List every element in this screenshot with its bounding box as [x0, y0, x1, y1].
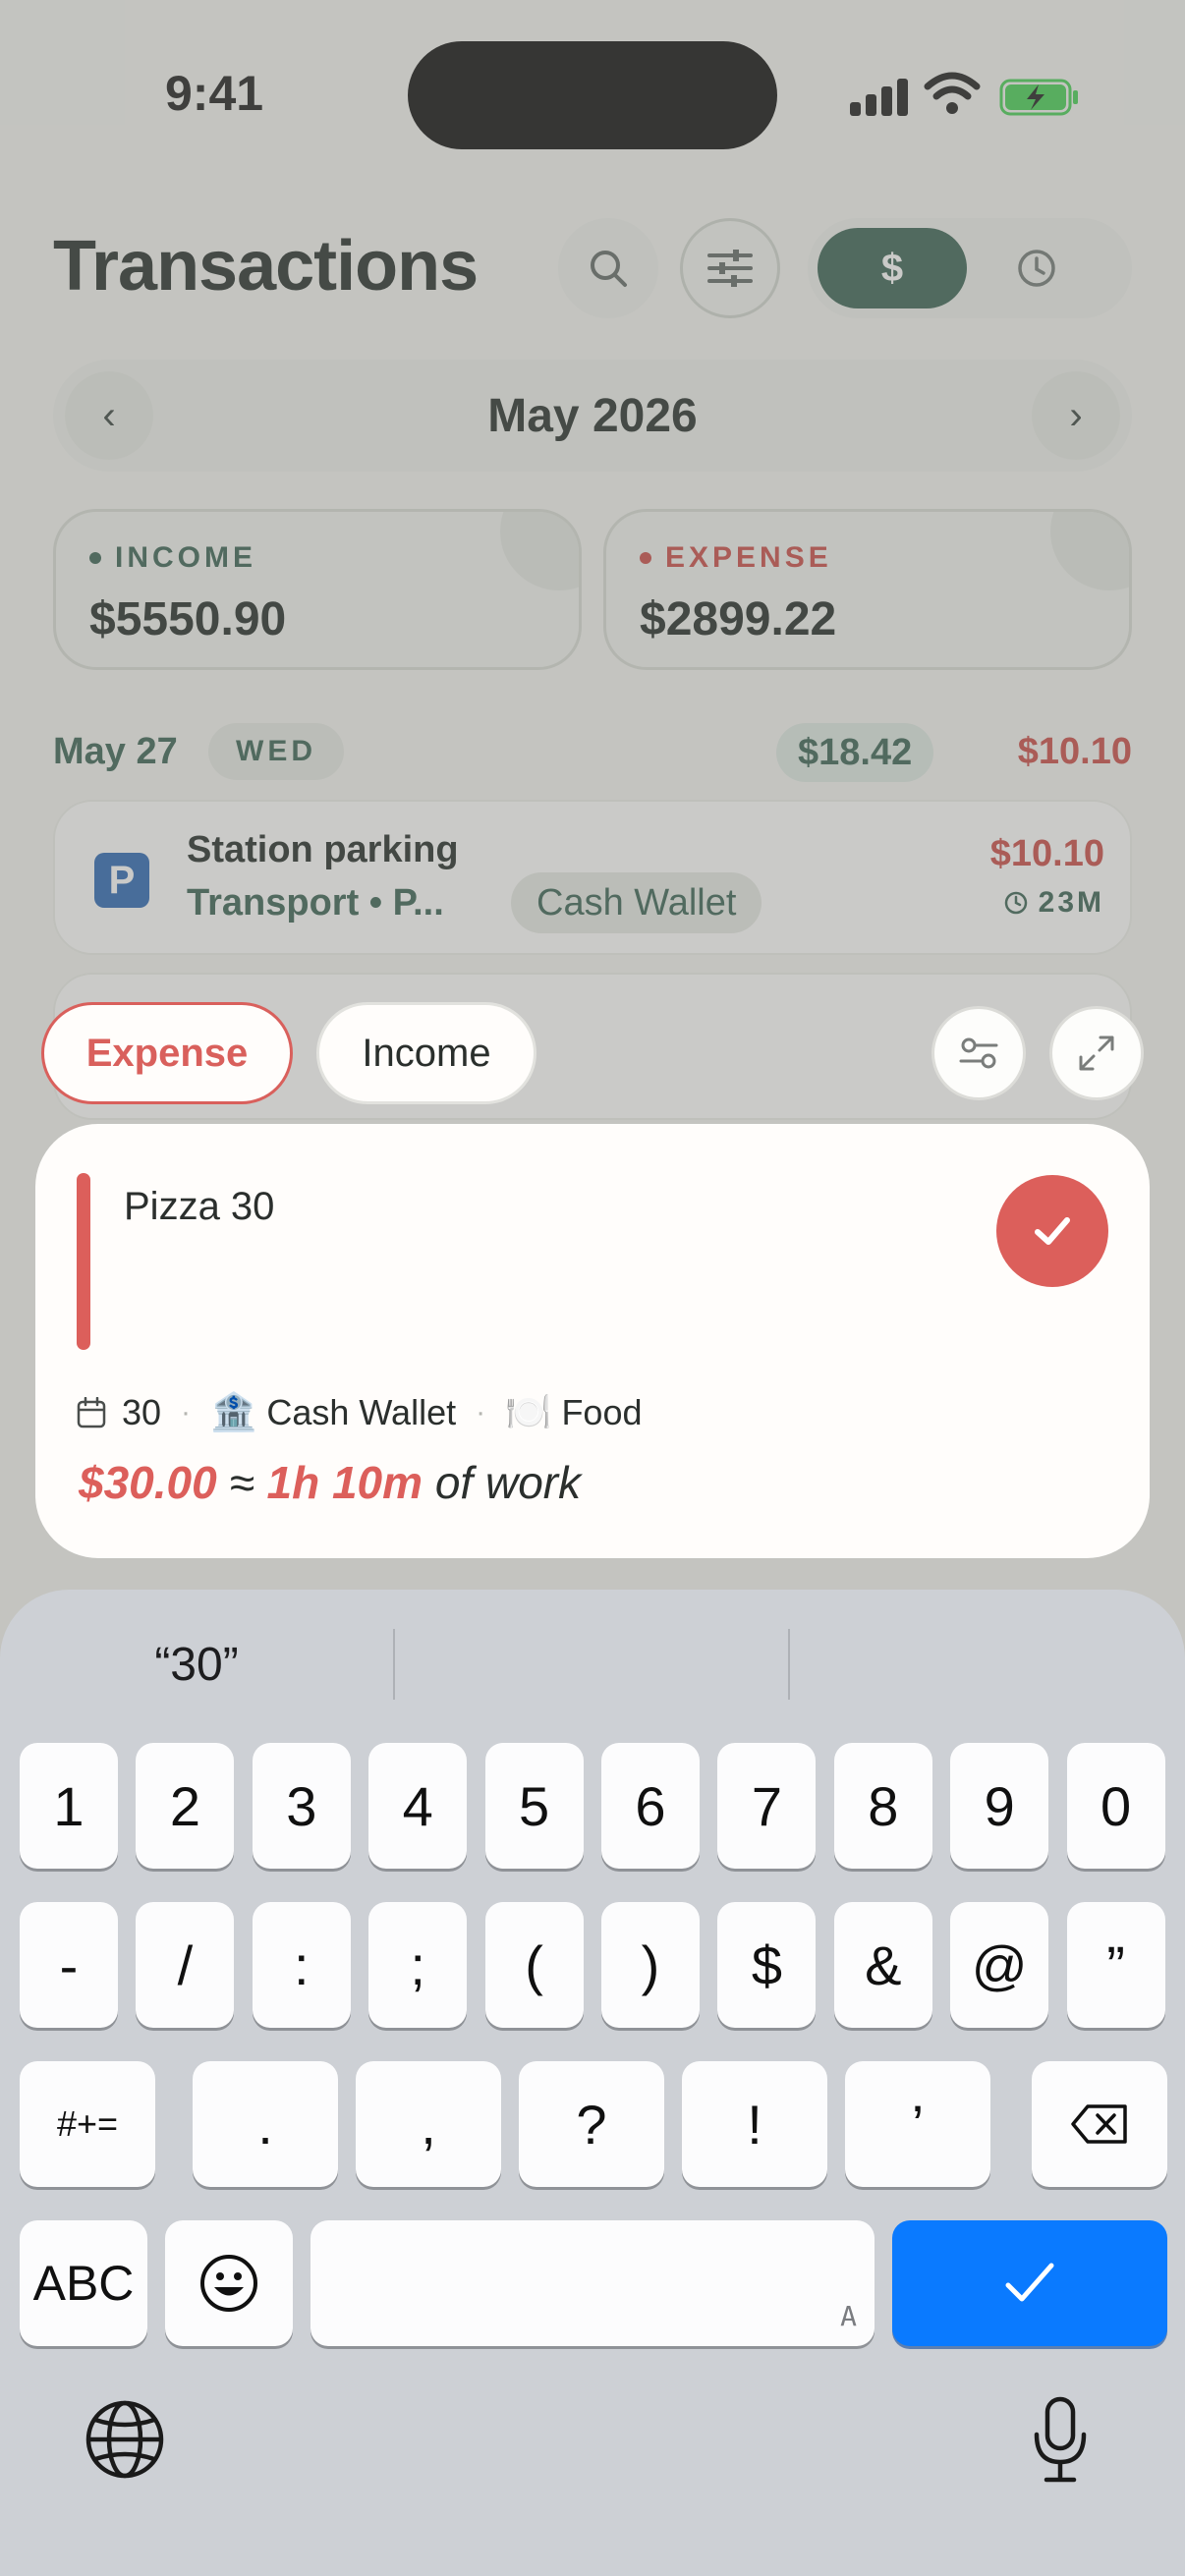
key[interactable]: @ — [950, 1902, 1049, 2028]
key[interactable]: 7 — [717, 1743, 817, 1869]
expand-composer-button[interactable] — [1049, 1006, 1144, 1100]
sliders-icon — [959, 1037, 998, 1069]
backspace-key[interactable] — [1032, 2061, 1167, 2187]
key[interactable]: 0 — [1066, 1743, 1165, 1869]
key[interactable]: & — [833, 1902, 932, 2028]
key[interactable]: 5 — [484, 1743, 584, 1869]
backspace-icon — [1071, 2104, 1127, 2144]
quick-add-card: Pizza 30 30 · 🏦 Cash Wallet · 🍽️ Food $3… — [35, 1124, 1150, 1558]
plate-icon: 🍽️ — [505, 1392, 552, 1433]
date-chip[interactable]: 30 — [122, 1392, 161, 1433]
expense-accent-bar — [77, 1173, 90, 1350]
checkmark-icon — [1005, 2263, 1054, 2302]
key[interactable]: 1 — [20, 1743, 118, 1869]
emoji-key[interactable] — [165, 2220, 293, 2346]
abc-key[interactable]: ABC — [20, 2220, 147, 2346]
checkmark-icon — [1035, 1217, 1070, 1245]
key[interactable]: - — [20, 1902, 118, 2028]
calendar-icon — [77, 1397, 106, 1428]
composer-options-button[interactable] — [931, 1006, 1026, 1100]
bank-icon: 🏦 — [210, 1392, 257, 1433]
done-key[interactable] — [892, 2220, 1167, 2346]
transaction-text-input[interactable]: Pizza 30 — [124, 1185, 274, 1229]
confirm-button[interactable] — [996, 1175, 1108, 1287]
key[interactable]: , — [356, 2061, 501, 2187]
key[interactable]: ! — [682, 2061, 827, 2187]
key[interactable]: ( — [484, 1902, 584, 2028]
expand-icon — [1079, 1036, 1114, 1071]
key[interactable]: : — [252, 1902, 351, 2028]
globe-icon[interactable] — [81, 2395, 169, 2484]
key[interactable]: ; — [368, 1902, 468, 2028]
more-symbols-key[interactable]: #+= — [20, 2061, 155, 2187]
key[interactable]: 4 — [368, 1743, 468, 1869]
key[interactable]: . — [193, 2061, 338, 2187]
work-hours: 1h 10m — [266, 1457, 423, 1508]
parsed-amount: $30.00 — [79, 1457, 217, 1508]
key[interactable]: 8 — [833, 1743, 932, 1869]
wallet-chip[interactable]: Cash Wallet — [266, 1392, 456, 1433]
key[interactable]: 3 — [252, 1743, 351, 1869]
work-time-estimate: $30.00 ≈ 1h 10m of work — [79, 1457, 582, 1508]
key[interactable]: $ — [717, 1902, 817, 2028]
key[interactable]: 6 — [601, 1743, 700, 1869]
category-chip[interactable]: Food — [561, 1392, 642, 1433]
space-key[interactable]: A — [310, 2220, 875, 2346]
suggestion-item[interactable]: “30” — [59, 1625, 334, 1704]
key[interactable]: ? — [519, 2061, 664, 2187]
key[interactable]: ’ — [845, 2061, 990, 2187]
key[interactable]: 2 — [136, 1743, 235, 1869]
key[interactable]: 9 — [950, 1743, 1049, 1869]
emoji-icon — [200, 2255, 257, 2312]
key[interactable]: ) — [601, 1902, 700, 2028]
transaction-meta: 30 · 🏦 Cash Wallet · 🍽️ Food — [77, 1389, 643, 1436]
key[interactable]: / — [136, 1902, 235, 2028]
keyboard: “30” 1234567890 - /:;() $ & @” .,?!’ #+= ABC… — [0, 1590, 1185, 2576]
microphone-icon[interactable] — [1016, 2395, 1104, 2484]
key[interactable]: ” — [1066, 1902, 1165, 2028]
expense-type-button[interactable]: Expense — [41, 1002, 293, 1104]
income-type-button[interactable]: Income — [316, 1002, 536, 1104]
